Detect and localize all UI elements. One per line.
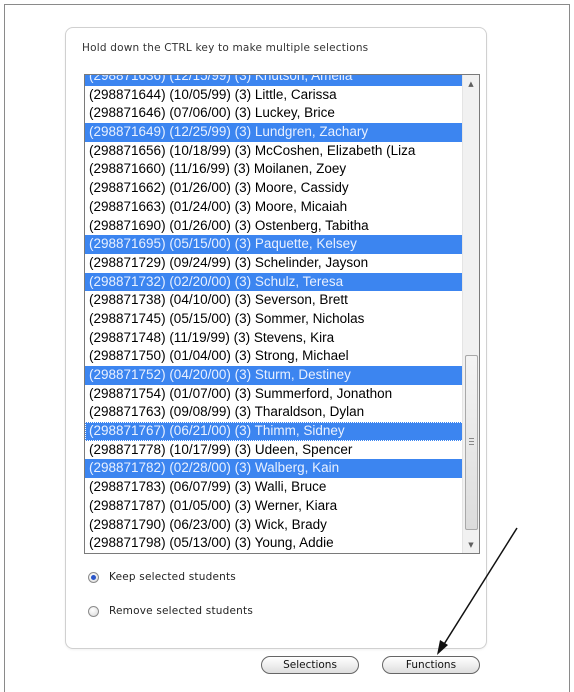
scroll-up-arrow-icon[interactable]: ▲	[463, 75, 479, 92]
keep-selected-option[interactable]: Keep selected students	[88, 571, 236, 583]
keep-selected-label: Keep selected students	[109, 571, 236, 583]
student-list-item[interactable]: (298871660) (11/16/99) (3) Moilanen, Zoe…	[85, 160, 464, 179]
listbox-scrollbar[interactable]: ▲ ▼	[462, 75, 479, 553]
student-list-item[interactable]: (298871754) (01/07/00) (3) Summerford, J…	[85, 385, 464, 404]
student-list-item[interactable]: (298871662) (01/26/00) (3) Moore, Cassid…	[85, 179, 464, 198]
student-list-item[interactable]: (298871646) (07/06/00) (3) Luckey, Brice	[85, 104, 464, 123]
student-list-item[interactable]: (298871778) (10/17/99) (3) Udeen, Spence…	[85, 441, 464, 460]
student-list-item[interactable]: (298871748) (11/19/99) (3) Stevens, Kira	[85, 329, 464, 348]
student-list-item[interactable]: (298871695) (05/15/00) (3) Paquette, Kel…	[85, 235, 464, 254]
student-list: (298871636) (12/15/99) (3) Knutson, Amel…	[85, 75, 464, 553]
student-list-item[interactable]: (298871763) (09/08/99) (3) Tharaldson, D…	[85, 403, 464, 422]
scrollbar-thumb[interactable]	[465, 355, 478, 530]
student-list-item[interactable]: (298871656) (10/18/99) (3) McCoshen, Eli…	[85, 142, 464, 161]
multi-select-instructions: Hold down the CTRL key to make multiple …	[82, 42, 369, 54]
student-list-item[interactable]: (298871782) (02/28/00) (3) Walberg, Kain	[85, 459, 464, 479]
remove-selected-radio[interactable]	[88, 605, 99, 617]
student-list-item[interactable]: (298871663) (01/24/00) (3) Moore, Micaia…	[85, 198, 464, 217]
student-list-item[interactable]: (298871636) (12/15/99) (3) Knutson, Amel…	[85, 75, 464, 86]
student-list-item[interactable]: (298871790) (06/23/00) (3) Wick, Brady	[85, 516, 464, 535]
student-list-item[interactable]: (298871750) (01/04/00) (3) Strong, Micha…	[85, 347, 464, 366]
student-list-item[interactable]: (298871732) (02/20/00) (3) Schulz, Teres…	[85, 272, 464, 292]
keep-selected-radio[interactable]	[88, 571, 99, 583]
student-list-item[interactable]: (298871783) (06/07/99) (3) Walli, Bruce	[85, 478, 464, 497]
student-list-item[interactable]: (298871649) (12/25/99) (3) Lundgren, Zac…	[85, 123, 464, 142]
remove-selected-option[interactable]: Remove selected students	[88, 605, 253, 617]
selections-button[interactable]: Selections	[261, 656, 359, 674]
student-list-item[interactable]: (298871644) (10/05/99) (3) Little, Caris…	[85, 86, 464, 105]
scroll-down-arrow-icon[interactable]: ▼	[463, 536, 479, 553]
student-list-item[interactable]: (298871767) (06/21/00) (3) Thimm, Sidney	[85, 422, 464, 441]
student-list-item[interactable]: (298871690) (01/26/00) (3) Ostenberg, Ta…	[85, 217, 464, 236]
remove-selected-label: Remove selected students	[109, 605, 254, 617]
student-list-item[interactable]: (298871738) (04/10/00) (3) Severson, Bre…	[85, 291, 464, 310]
student-list-item[interactable]: (298871798) (05/13/00) (3) Young, Addie	[85, 534, 464, 553]
student-list-item[interactable]: (298871787) (01/05/00) (3) Werner, Kiara	[85, 497, 464, 516]
student-list-item[interactable]: (298871729) (09/24/99) (3) Schelinder, J…	[85, 254, 464, 273]
scrollbar-grip-icon	[469, 438, 474, 445]
student-list-item[interactable]: (298871745) (05/15/00) (3) Sommer, Nicho…	[85, 310, 464, 329]
functions-button[interactable]: Functions	[382, 656, 480, 674]
student-listbox[interactable]: (298871636) (12/15/99) (3) Knutson, Amel…	[84, 74, 480, 554]
student-list-item[interactable]: (298871752) (04/20/00) (3) Sturm, Destin…	[85, 366, 464, 385]
